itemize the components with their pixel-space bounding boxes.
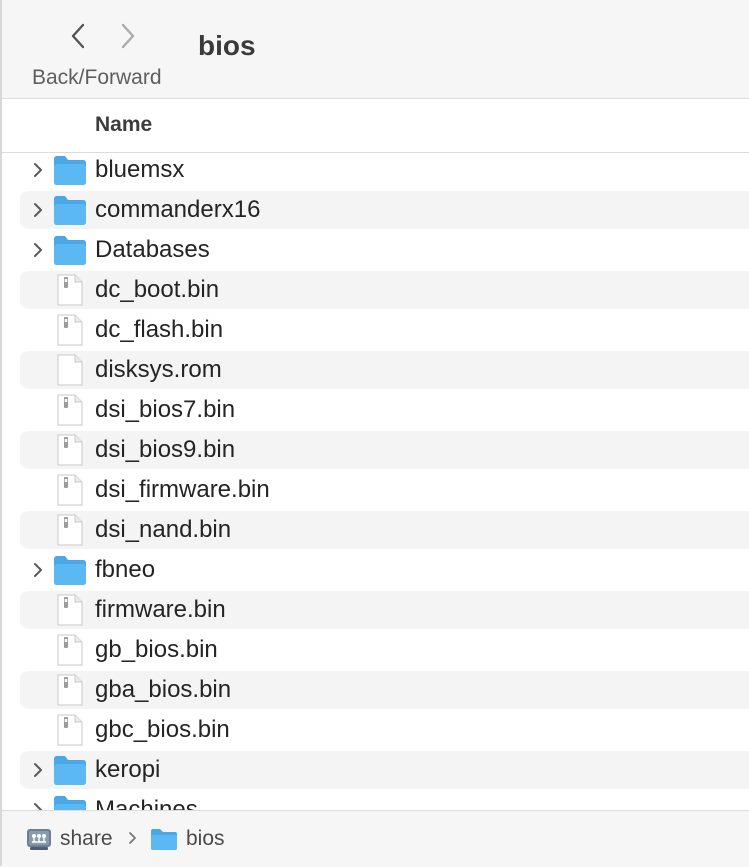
file-name: gb_bios.bin <box>95 636 218 663</box>
executable-file-icon <box>57 434 83 466</box>
file-name: gbc_bios.bin <box>95 716 230 743</box>
file-name: fbneo <box>95 556 156 583</box>
chevron-right-icon <box>34 763 42 777</box>
file-name: dc_flash.bin <box>95 316 224 343</box>
file-list: bluemsx commanderx16 Databases dc_boot.bind… <box>0 153 749 810</box>
path-bar: share bios <box>2 810 749 867</box>
folder-icon <box>54 556 86 585</box>
executable-file-icon <box>57 714 83 746</box>
executable-file-icon <box>57 594 83 626</box>
disclosure-triangle[interactable] <box>29 200 47 220</box>
file-row[interactable]: dc_flash.bin <box>20 311 749 349</box>
executable-file-icon <box>57 394 83 426</box>
file-name: dc_boot.bin <box>95 276 220 303</box>
executable-file-icon <box>57 634 83 666</box>
file-row[interactable]: gb_bios.bin <box>20 631 749 669</box>
file-row[interactable]: dsi_bios9.bin <box>20 431 749 469</box>
file-row[interactable]: firmware.bin <box>20 591 749 629</box>
folder-icon <box>54 796 86 810</box>
forward-button[interactable] <box>110 18 146 54</box>
folder-icon <box>54 756 86 785</box>
executable-file-icon <box>57 474 83 506</box>
file-row[interactable]: bluemsx <box>20 153 749 189</box>
window-title: bios <box>198 30 256 61</box>
chevron-right-icon <box>121 23 135 49</box>
chevron-left-icon <box>71 23 85 49</box>
file-row[interactable]: fbneo <box>20 551 749 589</box>
file-name: commanderx16 <box>95 196 261 223</box>
folder-icon <box>151 829 177 850</box>
folder-icon <box>54 156 86 185</box>
folder-icon <box>54 196 86 225</box>
chevron-right-icon <box>34 803 42 810</box>
file-row[interactable]: dsi_bios7.bin <box>20 391 749 429</box>
chevron-right-icon <box>34 563 42 577</box>
disclosure-triangle[interactable] <box>29 240 47 260</box>
file-row[interactable]: keropi <box>20 751 749 789</box>
disclosure-triangle[interactable] <box>29 800 47 810</box>
file-row[interactable]: Machines <box>20 791 749 810</box>
chevron-right-icon <box>34 163 42 177</box>
folder-icon <box>54 236 86 265</box>
chevron-right-icon <box>129 832 136 844</box>
disclosure-triangle[interactable] <box>29 560 47 580</box>
executable-file-icon <box>57 514 83 546</box>
file-name: Machines <box>95 796 198 810</box>
file-name: dsi_firmware.bin <box>95 476 270 503</box>
back-forward-label: Back/Forward <box>32 66 162 89</box>
executable-file-icon <box>57 674 83 706</box>
file-name: dsi_bios9.bin <box>95 436 236 463</box>
toolbar: Back/Forward bios <box>2 0 749 99</box>
file-row[interactable]: Databases <box>20 231 749 269</box>
file-row[interactable]: dsi_nand.bin <box>20 511 749 549</box>
path-item-share[interactable]: share <box>26 825 113 853</box>
file-name: dsi_nand.bin <box>95 516 232 543</box>
file-name: firmware.bin <box>95 596 226 623</box>
file-name: gba_bios.bin <box>95 676 232 703</box>
file-row[interactable]: dsi_firmware.bin <box>20 471 749 509</box>
file-row[interactable]: gbc_bios.bin <box>20 711 749 749</box>
file-row[interactable]: commanderx16 <box>20 191 749 229</box>
path-item-bios[interactable]: bios <box>150 825 225 853</box>
file-row[interactable]: dc_boot.bin <box>20 271 749 309</box>
column-header-name[interactable]: Name <box>95 113 152 137</box>
file-name: Databases <box>95 236 210 263</box>
back-button[interactable] <box>60 18 96 54</box>
file-row[interactable]: disksys.rom <box>20 351 749 389</box>
column-header-bar: Name <box>2 99 749 153</box>
document-icon <box>57 354 83 386</box>
path-item-label: bios <box>186 827 225 850</box>
chevron-right-icon <box>34 243 42 257</box>
executable-file-icon <box>57 274 83 306</box>
file-name: bluemsx <box>95 156 185 183</box>
network-drive-icon <box>27 829 51 850</box>
disclosure-triangle[interactable] <box>29 760 47 780</box>
file-name: dsi_bios7.bin <box>95 396 236 423</box>
disclosure-triangle[interactable] <box>29 160 47 180</box>
file-row[interactable]: gba_bios.bin <box>20 671 749 709</box>
path-item-label: share <box>60 827 113 850</box>
file-name: keropi <box>95 756 161 783</box>
chevron-right-icon <box>34 203 42 217</box>
back-forward-group: Back/Forward <box>32 14 182 94</box>
file-name: disksys.rom <box>95 356 222 383</box>
executable-file-icon <box>57 314 83 346</box>
